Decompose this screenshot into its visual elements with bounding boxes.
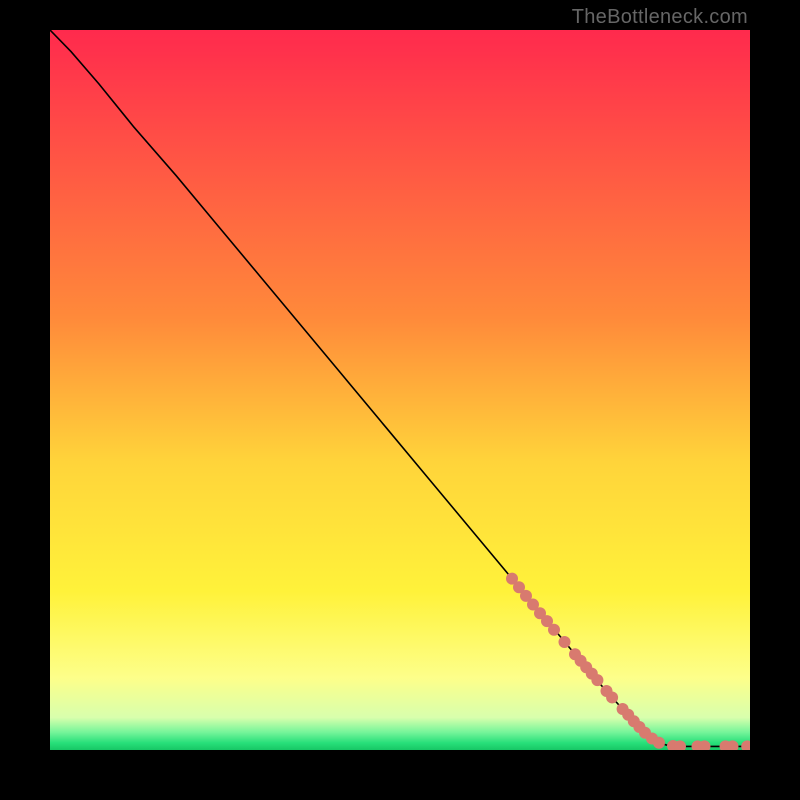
chart-frame: TheBottleneck.com xyxy=(0,0,800,800)
chart-svg xyxy=(50,30,750,750)
watermark-text: TheBottleneck.com xyxy=(572,6,748,29)
gradient-background xyxy=(50,30,750,750)
data-marker xyxy=(606,691,618,703)
data-marker xyxy=(591,674,603,686)
plot-area xyxy=(50,30,750,750)
data-marker xyxy=(653,737,665,749)
data-marker xyxy=(548,624,560,636)
data-marker xyxy=(559,636,571,648)
